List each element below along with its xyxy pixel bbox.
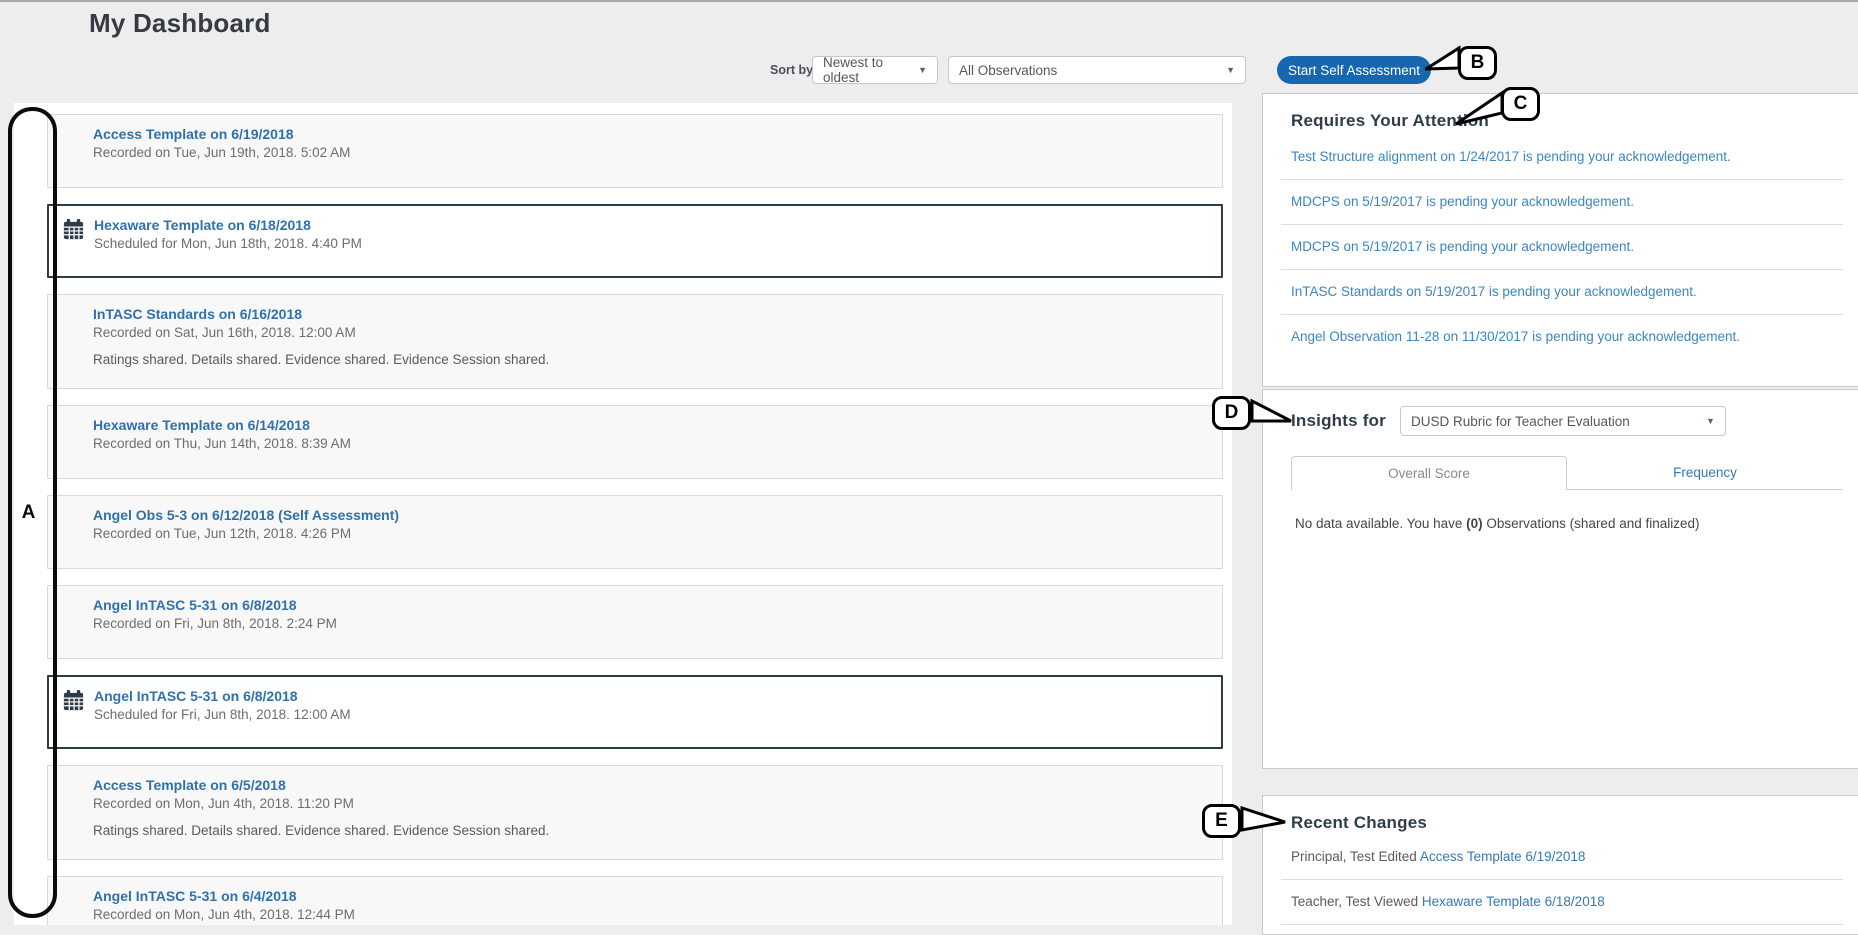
- sort-order-value: Newest to oldest: [823, 55, 906, 85]
- recent-changes-list: Principal, Test Edited Access Template 6…: [1281, 835, 1843, 925]
- attention-item-link[interactable]: Angel Observation 11-28 on 11/30/2017 is…: [1281, 315, 1843, 359]
- requires-attention-heading: Requires Your Attention: [1291, 111, 1843, 131]
- recorded-icon: [61, 307, 84, 330]
- annotation-label-b: B: [1458, 46, 1497, 80]
- top-divider: [0, 0, 1858, 2]
- observations-panel: Access Template on 6/19/2018 Recorded on …: [14, 103, 1232, 925]
- observation-title-link[interactable]: Hexaware Template on 6/18/2018: [94, 217, 1207, 233]
- observation-subtitle: Recorded on Tue, Jun 19th, 2018. 5:02 AM: [93, 145, 1208, 160]
- observation-title-link[interactable]: Angel InTASC 5-31 on 6/4/2018: [93, 888, 1208, 904]
- sort-by-label: Sort by:: [770, 63, 817, 77]
- observation-card: InTASC Standards on 6/16/2018 Recorded on…: [47, 294, 1223, 389]
- recent-change-link[interactable]: Access Template 6/19/2018: [1420, 849, 1586, 864]
- recorded-icon: [61, 418, 84, 441]
- insights-panel: Insights for DUSD Rubric for Teacher Eva…: [1262, 389, 1858, 769]
- observation-filter-value: All Observations: [959, 63, 1057, 78]
- insights-heading: Insights for: [1291, 411, 1386, 431]
- rubric-select-value: DUSD Rubric for Teacher Evaluation: [1411, 414, 1630, 429]
- observation-card: Access Template on 6/5/2018 Recorded on M…: [47, 765, 1223, 860]
- no-data-suffix: Observations (shared and finalized): [1483, 516, 1700, 531]
- observation-subtitle: Scheduled for Mon, Jun 18th, 2018. 4:40 …: [94, 236, 1207, 251]
- observation-card: Angel Obs 5-3 on 6/12/2018 (Self Assessm…: [47, 495, 1223, 569]
- observation-title-link[interactable]: Access Template on 6/5/2018: [93, 777, 1208, 793]
- attention-item-link[interactable]: InTASC Standards on 5/19/2017 is pending…: [1281, 270, 1843, 315]
- observation-subtitle: Recorded on Thu, Jun 14th, 2018. 8:39 AM: [93, 436, 1208, 451]
- observation-title-link[interactable]: Angel InTASC 5-31 on 6/8/2018: [93, 597, 1208, 613]
- recorded-icon: [61, 127, 84, 150]
- observation-title-link[interactable]: Access Template on 6/19/2018: [93, 126, 1208, 142]
- observation-subtitle: Recorded on Fri, Jun 8th, 2018. 2:24 PM: [93, 616, 1208, 631]
- observation-card: Access Template on 6/19/2018 Recorded on …: [47, 114, 1223, 188]
- observation-subtitle: Recorded on Mon, Jun 4th, 2018. 12:44 PM: [93, 907, 1208, 922]
- annotation-label-e: E: [1202, 804, 1241, 838]
- attention-item-link[interactable]: MDCPS on 5/19/2017 is pending your ackno…: [1281, 225, 1843, 270]
- recent-change-text: Teacher, Test Viewed: [1291, 894, 1422, 909]
- recorded-icon: [61, 778, 84, 801]
- attention-item-link[interactable]: Test Structure alignment on 1/24/2017 is…: [1281, 135, 1843, 180]
- rubric-select[interactable]: DUSD Rubric for Teacher Evaluation ▼: [1400, 406, 1726, 436]
- recorded-icon: [61, 598, 84, 621]
- start-self-assessment-button[interactable]: Start Self Assessment: [1277, 56, 1431, 84]
- annotation-label-d: D: [1212, 396, 1251, 430]
- observation-card: Angel InTASC 5-31 on 6/8/2018 Scheduled f…: [47, 675, 1223, 749]
- observation-share-status: Ratings shared. Details shared. Evidence…: [93, 823, 1208, 838]
- observation-title-link[interactable]: Angel Obs 5-3 on 6/12/2018 (Self Assessm…: [93, 507, 1208, 523]
- chevron-down-icon: ▼: [1214, 65, 1235, 75]
- calendar-icon: [62, 689, 85, 712]
- observation-title-link[interactable]: InTASC Standards on 6/16/2018: [93, 306, 1208, 322]
- requires-attention-list: Test Structure alignment on 1/24/2017 is…: [1281, 135, 1843, 359]
- no-data-count: (0): [1466, 516, 1483, 531]
- annotation-label-c: C: [1501, 87, 1540, 121]
- observation-filter-select[interactable]: All Observations ▼: [948, 56, 1246, 84]
- sort-order-select[interactable]: Newest to oldest ▼: [812, 56, 938, 84]
- no-data-message: No data available. You have (0) Observat…: [1295, 516, 1843, 531]
- requires-attention-panel: Requires Your Attention Test Structure a…: [1262, 93, 1858, 387]
- recorded-icon: [61, 508, 84, 531]
- insights-tabs: Overall ScoreFrequency: [1291, 456, 1843, 490]
- observations-list: Access Template on 6/19/2018 Recorded on …: [14, 103, 1232, 925]
- observation-card: Angel InTASC 5-31 on 6/4/2018 Recorded on…: [47, 876, 1223, 925]
- calendar-icon: [62, 218, 85, 241]
- recent-change-item: Teacher, Test Viewed Hexaware Template 6…: [1281, 880, 1843, 925]
- chevron-down-icon: ▼: [906, 65, 927, 75]
- recent-changes-panel: Recent Changes Principal, Test Edited Ac…: [1262, 795, 1858, 935]
- observation-title-link[interactable]: Hexaware Template on 6/14/2018: [93, 417, 1208, 433]
- tab-overall-score[interactable]: Overall Score: [1291, 456, 1567, 490]
- observation-card: Angel InTASC 5-31 on 6/8/2018 Recorded on…: [47, 585, 1223, 659]
- recorded-icon: [61, 889, 84, 912]
- observation-subtitle: Scheduled for Fri, Jun 8th, 2018. 12:00 …: [94, 707, 1207, 722]
- recent-change-item: Principal, Test Edited Access Template 6…: [1281, 835, 1843, 880]
- tab-frequency[interactable]: Frequency: [1567, 456, 1843, 490]
- chevron-down-icon: ▼: [1694, 416, 1715, 426]
- observation-subtitle: Recorded on Sat, Jun 16th, 2018. 12:00 A…: [93, 325, 1208, 340]
- recent-changes-heading: Recent Changes: [1291, 813, 1843, 833]
- attention-item-link[interactable]: MDCPS on 5/19/2017 is pending your ackno…: [1281, 180, 1843, 225]
- observation-card: Hexaware Template on 6/18/2018 Scheduled …: [47, 204, 1223, 278]
- observation-subtitle: Recorded on Mon, Jun 4th, 2018. 11:20 PM: [93, 796, 1208, 811]
- observation-share-status: Ratings shared. Details shared. Evidence…: [93, 352, 1208, 367]
- observation-card: Hexaware Template on 6/14/2018 Recorded o…: [47, 405, 1223, 479]
- page-title: My Dashboard: [89, 8, 271, 39]
- observation-subtitle: Recorded on Tue, Jun 12th, 2018. 4:26 PM: [93, 526, 1208, 541]
- observation-title-link[interactable]: Angel InTASC 5-31 on 6/8/2018: [94, 688, 1207, 704]
- no-data-prefix: No data available. You have: [1295, 516, 1466, 531]
- recent-change-link[interactable]: Hexaware Template 6/18/2018: [1422, 894, 1605, 909]
- recent-change-text: Principal, Test Edited: [1291, 849, 1420, 864]
